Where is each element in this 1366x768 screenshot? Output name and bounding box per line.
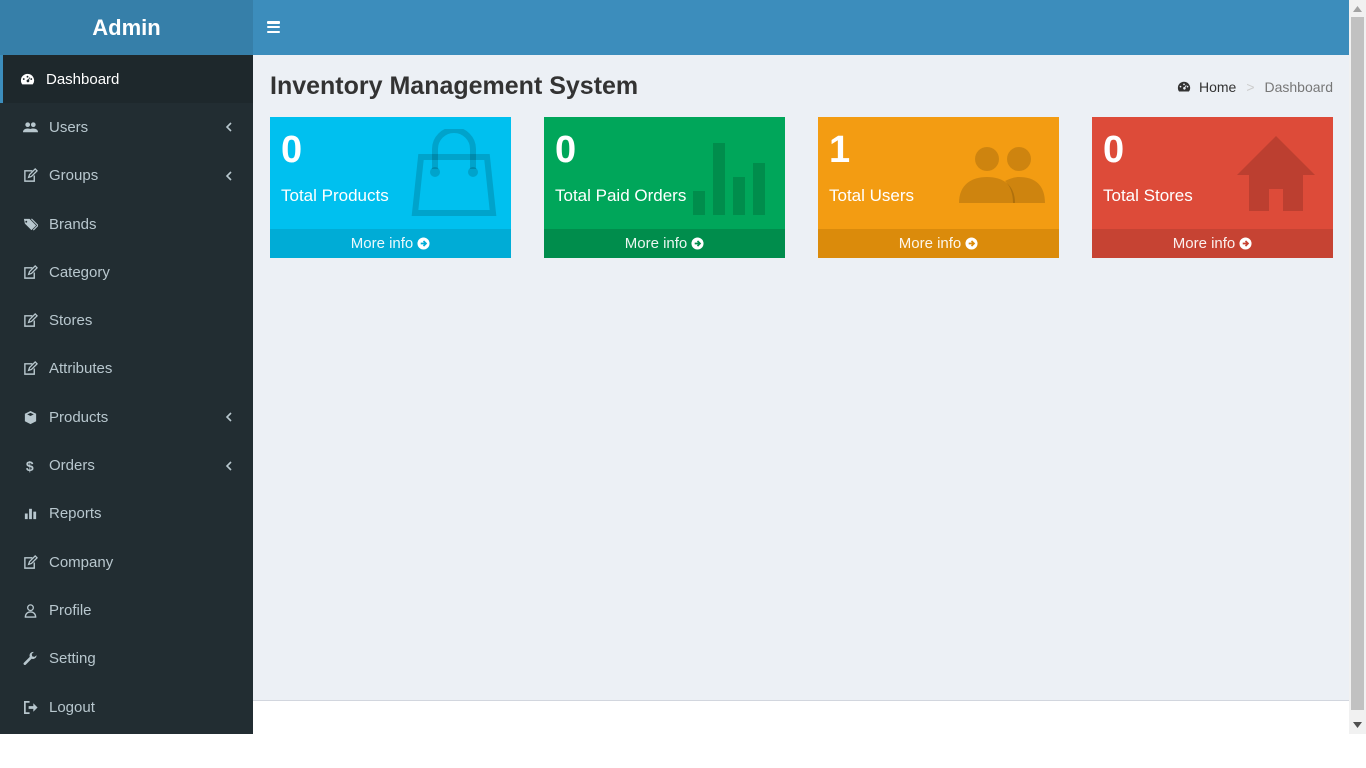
home-icon: [1237, 136, 1315, 211]
stat-label: Total Users: [829, 186, 915, 205]
chevron-left-icon[interactable]: [225, 171, 233, 181]
wrench-icon: [21, 651, 39, 667]
arrow-circle-right-icon: [965, 237, 978, 250]
sidebar-item-label: Profile: [49, 601, 92, 619]
top-navbar: [253, 0, 1349, 55]
more-info-label: More info: [350, 235, 414, 252]
more-info-label: More info: [1172, 235, 1236, 252]
sidebar-item-products[interactable]: Products: [0, 393, 253, 441]
sidebar-item-logout[interactable]: Logout: [0, 683, 253, 731]
sidebar-item-label: Groups: [49, 167, 99, 185]
arrow-circle-right-icon: [417, 237, 430, 250]
tags-icon: [21, 216, 39, 232]
sidebar-item-label: Reports: [49, 505, 102, 523]
bar-chart-icon: [693, 143, 765, 215]
stat-value: 0: [281, 129, 303, 171]
stat-value: 1: [829, 129, 851, 171]
arrow-circle-right-icon: [1239, 237, 1252, 250]
shopping-bag-icon: [411, 129, 497, 216]
users-icon: [21, 119, 39, 135]
edit-icon: [21, 554, 39, 570]
more-info-link[interactable]: More info: [818, 229, 1059, 258]
edit-icon: [21, 168, 39, 184]
sign-out-icon: [21, 699, 39, 715]
chevron-left-icon[interactable]: [225, 122, 233, 133]
stat-value: 0: [1103, 129, 1125, 171]
sidebar-toggle-button[interactable]: [267, 19, 285, 37]
edit-icon: [21, 313, 39, 329]
breadcrumb-current: Dashboard: [1264, 79, 1334, 95]
arrow-circle-right-icon: [691, 237, 704, 250]
sidebar-item-label: Products: [49, 408, 109, 426]
hamburger-icon-line: [267, 30, 280, 34]
hamburger-icon: [267, 21, 280, 24]
chevron-left-icon[interactable]: [225, 460, 233, 471]
stat-label: Total Products: [281, 186, 389, 205]
vertical-scrollbar[interactable]: [1349, 0, 1366, 734]
sidebar: Admin Dashboard Users Groups Brands Cate…: [0, 0, 253, 734]
svg-text:$: $: [25, 458, 33, 473]
sidebar-item-dashboard[interactable]: Dashboard: [0, 55, 253, 104]
app-logo[interactable]: Admin: [0, 0, 253, 55]
sidebar-item-label: Users: [49, 118, 89, 136]
edit-icon: [21, 264, 39, 280]
sidebar-item-category[interactable]: Category: [0, 248, 253, 296]
sidebar-item-label: Dashboard: [46, 70, 120, 88]
sidebar-item-label: Orders: [49, 457, 95, 475]
sidebar-item-label: Company: [49, 553, 114, 571]
more-info-link[interactable]: More info: [544, 229, 785, 258]
more-info-link[interactable]: More info: [1092, 229, 1333, 258]
scrollbar-thumb[interactable]: [1351, 17, 1364, 710]
stat-label: Total Stores: [1103, 186, 1193, 205]
user-icon: [21, 602, 39, 618]
hamburger-icon-line: [267, 25, 280, 29]
sidebar-item-profile[interactable]: Profile: [0, 586, 253, 634]
more-info-label: More info: [624, 235, 688, 252]
users-icon: [959, 147, 1045, 203]
breadcrumb-separator: >: [1246, 79, 1255, 95]
sidebar-item-orders[interactable]: $ Orders: [0, 441, 253, 489]
stat-box-products: 0 Total Products More info: [270, 117, 511, 258]
cube-icon: [21, 409, 39, 425]
bar-chart-icon: [21, 506, 39, 522]
more-info-link[interactable]: More info: [270, 229, 511, 258]
sidebar-item-attributes[interactable]: Attributes: [0, 345, 253, 393]
scroll-down-arrow-icon[interactable]: [1353, 722, 1362, 728]
sidebar-item-label: Setting: [49, 650, 96, 668]
sidebar-item-users[interactable]: Users: [0, 103, 253, 151]
sidebar-item-label: Brands: [49, 215, 97, 233]
page-footer: [253, 700, 1349, 734]
dollar-icon: $: [21, 458, 39, 474]
sidebar-item-label: Logout: [49, 698, 95, 716]
breadcrumb: Home > Dashboard: [1177, 79, 1333, 95]
chevron-left-icon[interactable]: [225, 412, 233, 422]
sidebar-item-brands[interactable]: Brands: [0, 200, 253, 248]
stat-box-users: 1 Total Users More info: [818, 117, 1059, 258]
sidebar-item-stores[interactable]: Stores: [0, 296, 253, 344]
dashboard-icon: [1177, 80, 1191, 94]
dashboard-icon: [18, 71, 36, 87]
sidebar-item-groups[interactable]: Groups: [0, 152, 253, 200]
edit-icon: [21, 361, 39, 377]
stat-value: 0: [555, 129, 577, 171]
stat-box-paid-orders: 0 Total Paid Orders More info: [544, 117, 785, 258]
page-title: Inventory Management System: [270, 72, 639, 100]
sidebar-item-setting[interactable]: Setting: [0, 635, 253, 683]
sidebar-item-label: Stores: [49, 312, 93, 330]
scroll-up-arrow-icon[interactable]: [1353, 6, 1362, 12]
more-info-label: More info: [898, 235, 962, 252]
breadcrumb-home-link[interactable]: Home: [1199, 79, 1236, 95]
stat-box-stores: 0 Total Stores More info: [1092, 117, 1333, 258]
stat-label: Total Paid Orders: [555, 186, 687, 205]
sidebar-item-label: Category: [49, 263, 110, 281]
sidebar-item-reports[interactable]: Reports: [0, 490, 253, 538]
main-content: Inventory Management System Home > Dashb…: [253, 55, 1349, 700]
sidebar-item-label: Attributes: [49, 360, 113, 378]
sidebar-item-company[interactable]: Company: [0, 538, 253, 586]
sidebar-menu: Dashboard Users Groups Brands Category S…: [0, 55, 253, 731]
